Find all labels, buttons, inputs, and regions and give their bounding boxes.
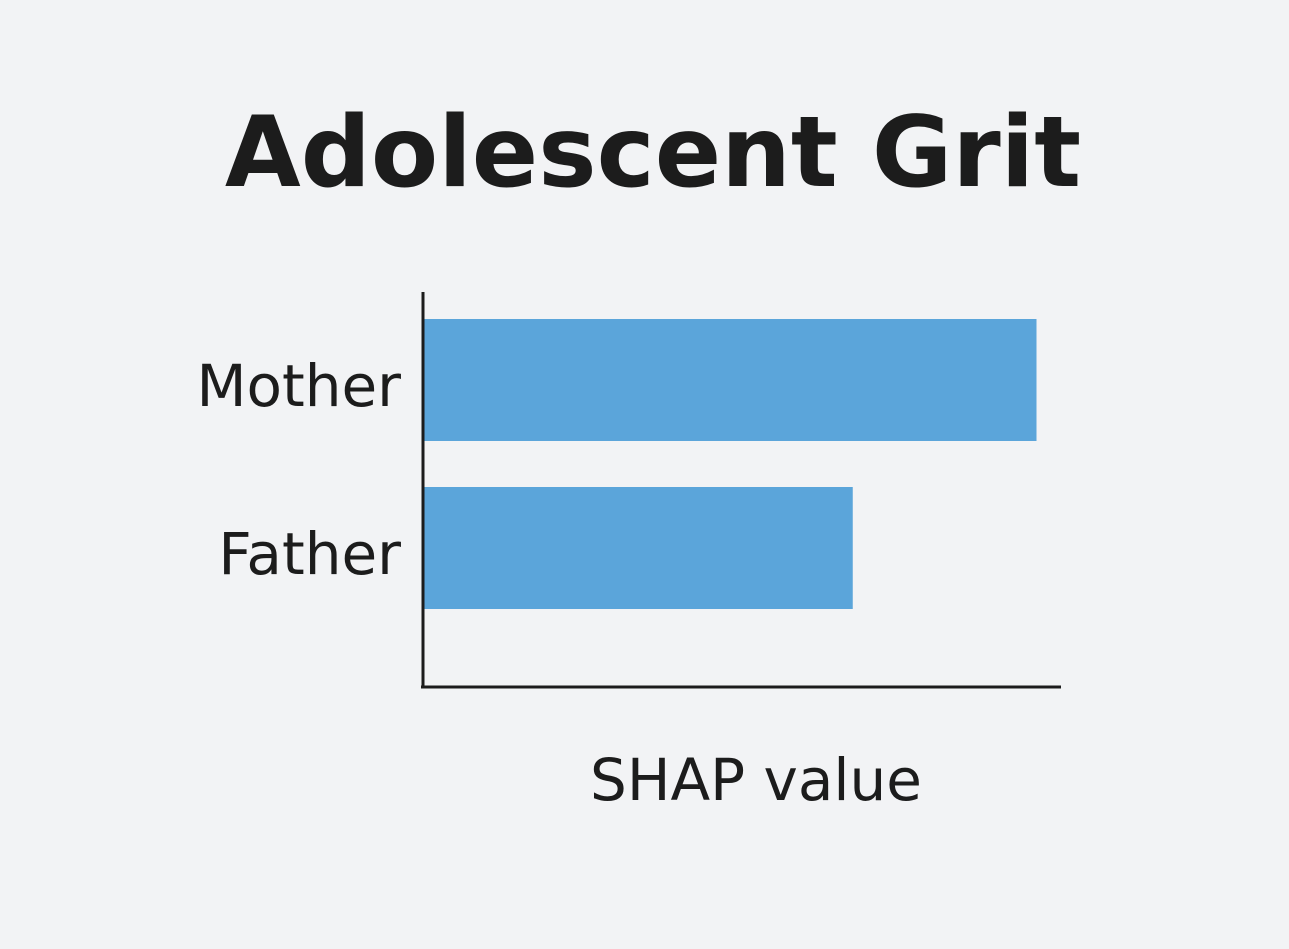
- bar-father: [424, 487, 853, 609]
- category-label-father: Father: [218, 520, 401, 588]
- category-label-mother: Mother: [196, 352, 401, 420]
- chart: Adolescent Grit Mother Father SHAP value: [196, 96, 1081, 814]
- bar-mother: [424, 319, 1037, 441]
- bars: [424, 319, 1037, 609]
- chart-title: Adolescent Grit: [225, 96, 1081, 210]
- x-axis-label: SHAP value: [590, 746, 922, 814]
- category-labels: Mother Father: [196, 352, 401, 588]
